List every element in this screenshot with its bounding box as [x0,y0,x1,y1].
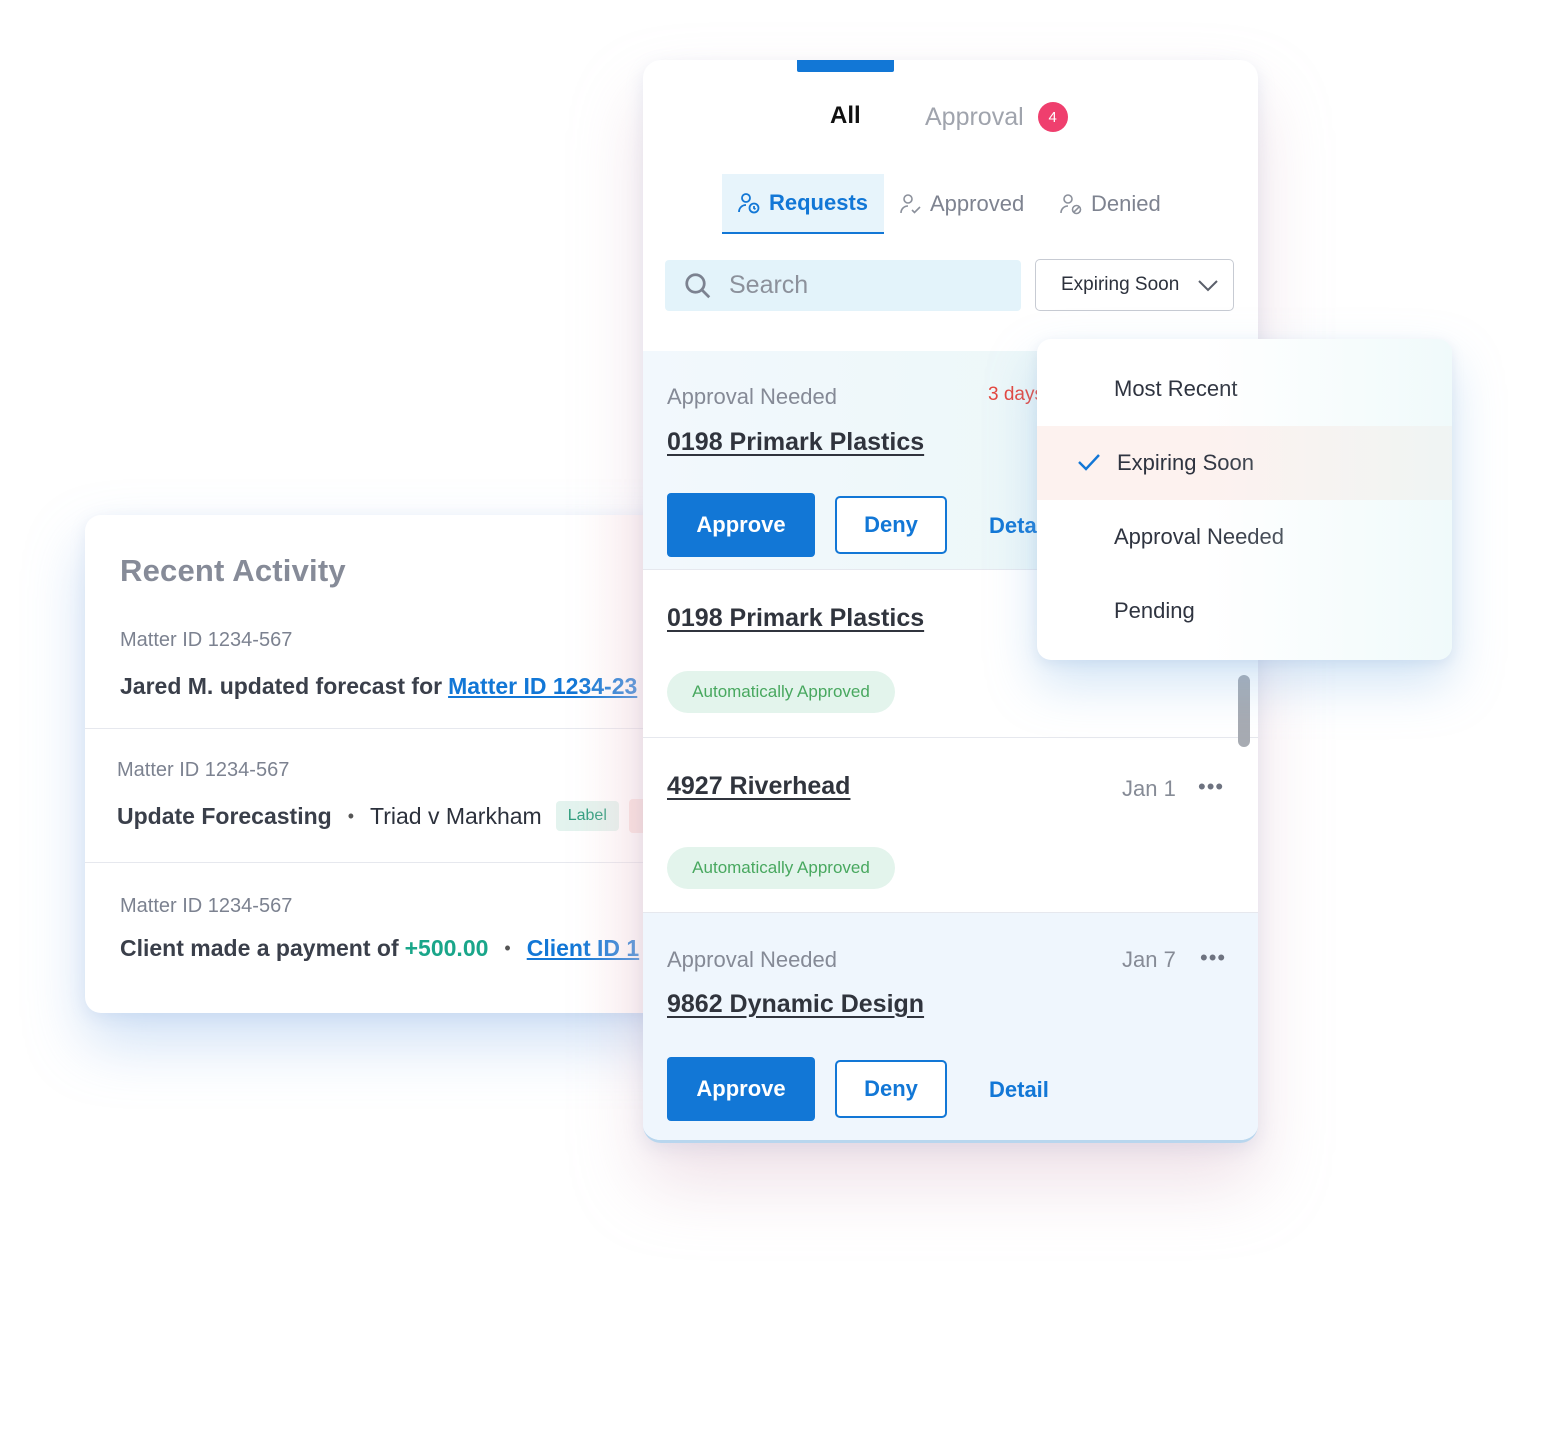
more-options-icon[interactable]: ••• [1200,945,1226,971]
search-input[interactable]: Search [665,260,1021,311]
sort-dropdown-menu: Most Recent Expiring Soon Approval Neede… [1037,339,1452,660]
scrollbar-thumb[interactable] [1238,675,1250,747]
sort-option-most-recent[interactable]: Most Recent [1037,352,1452,426]
item-title-link[interactable]: 4927 Riverhead [667,772,850,801]
chevron-down-icon [1198,280,1218,292]
subtab-approved[interactable]: Approved [898,174,1024,234]
item-title-link[interactable]: 9862 Dynamic Design [667,990,924,1019]
item-date: Jan 1 [1122,776,1176,801]
user-clock-icon [738,193,760,214]
client-link[interactable]: Client ID 1 [527,935,639,962]
sort-option-expiring-soon[interactable]: Expiring Soon [1037,426,1452,500]
item-date: Jan 7 [1122,947,1176,972]
sort-option-pending[interactable]: Pending [1037,574,1452,648]
item-due: 3 days [988,384,1044,405]
search-placeholder: Search [729,271,809,299]
item-status: Approval Needed [667,947,838,972]
approve-button[interactable]: Approve [667,1057,815,1121]
subtab-approved-label: Approved [930,191,1025,216]
item-status: Approval Needed [667,384,838,409]
activity-row: Matter ID 1234-567 Jared M. updated fore… [85,615,705,729]
approve-button[interactable]: Approve [667,493,815,557]
auto-approved-badge: Automatically Approved [667,671,895,713]
subtab-requests[interactable]: Requests [722,174,885,234]
item-title-link[interactable]: 0198 Primark Plastics [667,604,924,633]
case-name: Triad v Markham [370,802,542,829]
subtab-requests-label: Requests [769,190,869,215]
request-item: 4927 Riverhead Jan 1 ••• Automatically A… [643,738,1258,913]
label-chip: Label [555,801,619,831]
user-block-icon [1060,194,1082,215]
activity-text: Client made a payment of +500.00 • Clien… [120,935,639,962]
tab-all[interactable]: All [830,102,861,130]
deny-button[interactable]: Deny [835,1060,947,1118]
activity-meta: Matter ID 1234-567 [120,895,293,917]
check-icon [1078,454,1100,471]
search-icon [685,272,711,298]
activity-text: Jared M. updated forecast for Matter ID … [120,673,637,700]
activity-row: Matter ID 1234-567 Client made a payment… [85,863,705,1013]
activity-meta: Matter ID 1234-567 [120,629,293,651]
recent-activity-card: Recent Activity Matter ID 1234-567 Jared… [85,515,705,1013]
approval-count-badge: 4 [1037,102,1068,132]
user-check-icon [900,194,921,214]
auto-approved-badge: Automatically Approved [667,847,895,889]
item-title-link[interactable]: 0198 Primark Plastics [667,428,924,457]
deny-button[interactable]: Deny [835,496,947,554]
tab-approval[interactable]: Approval 4 [925,102,1068,132]
sort-select-value: Expiring Soon [1061,274,1180,295]
sort-select[interactable]: Expiring Soon [1035,259,1234,311]
more-options-icon[interactable]: ••• [1198,774,1224,800]
request-item: Approval Needed Jan 7 ••• 9862 Dynamic D… [643,913,1258,1140]
active-tab-indicator [797,60,894,72]
subtab-denied-label: Denied [1091,191,1161,216]
activity-description: Jared M. updated forecast for [120,673,443,699]
sort-option-label: Expiring Soon [1117,450,1254,475]
matter-link[interactable]: Matter ID 1234-23 [448,673,637,700]
subtab-denied[interactable]: Denied [1059,174,1161,234]
activity-title: Update Forecasting [117,802,332,829]
recent-activity-title: Recent Activity [120,553,346,588]
separator-dot: • [347,805,355,826]
activity-meta: Matter ID 1234-567 [117,759,290,781]
separator-dot: • [504,938,511,958]
tab-approval-label: Approval [925,102,1024,131]
activity-description: Client made a payment of [120,935,399,961]
activity-text: Update Forecasting • Triad v Markham Lab… [117,799,659,833]
sort-option-approval-needed[interactable]: Approval Needed [1037,500,1452,574]
payment-amount: +500.00 [404,935,489,961]
activity-row: Matter ID 1234-567 Update Forecasting • … [85,729,705,863]
detail-button[interactable]: Detail [989,1077,1049,1103]
